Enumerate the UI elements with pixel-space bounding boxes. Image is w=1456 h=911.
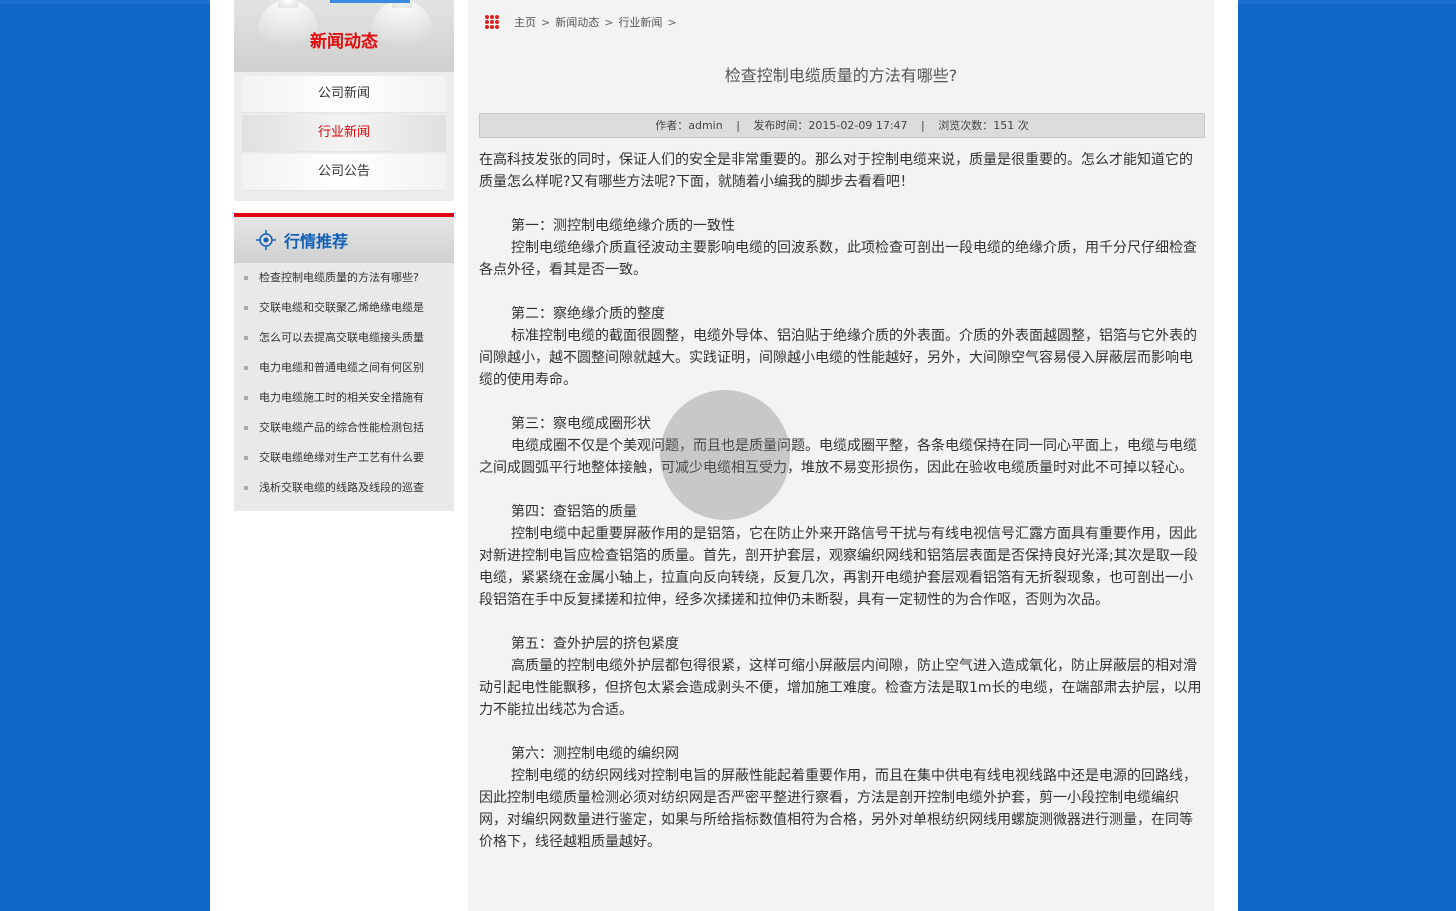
list-item[interactable]: 检查控制电缆质量的方法有哪些?: [234, 263, 454, 293]
section-text: 电缆成圈不仅是个美观问题，而且也是质量问题。电缆成圈平整，各条电缆保持在同一同心…: [479, 438, 1197, 476]
list-item-label: 电力电缆施工时的相关安全措施有: [259, 391, 424, 404]
list-item[interactable]: 浅析交联电缆的线路及线段的巡查: [234, 473, 454, 503]
list-item-label: 交联电缆和交联聚乙烯绝缘电缆是: [259, 301, 424, 314]
recommend-list: 检查控制电缆质量的方法有哪些? 交联电缆和交联聚乙烯绝缘电缆是 怎么可以去提高交…: [234, 263, 454, 511]
meta-separator: |: [736, 119, 740, 132]
list-item[interactable]: 电力电缆和普通电缆之间有何区别: [234, 353, 454, 383]
sidebar-header: 新闻动态: [234, 0, 454, 72]
list-item-label: 检查控制电缆质量的方法有哪些?: [259, 271, 419, 284]
section-text: 控制电缆中起重要屏蔽作用的是铝箔，它在防止外来开路信号干扰与有线电视信号汇露方面…: [479, 526, 1198, 608]
breadcrumb-separator: >: [604, 15, 614, 29]
article-intro: 在高科技发张的同时，保证人们的安全是非常重要的。那么对于控制电缆来说，质量是很重…: [479, 152, 1193, 190]
section-text: 高质量的控制电缆外护层都包得很紧，这样可缩小屏蔽层内间隙，防止空气进入造成氧化，…: [479, 658, 1202, 718]
section-text: 控制电缆绝缘介质直径波动主要影响电缆的回波系数，此项检查可剖出一段电缆的绝缘介质…: [479, 240, 1197, 278]
sidebar: 新闻动态 公司新闻 行业新闻 公司公告 行情推荐 检查控制电缆质量的方法有哪些?…: [234, 0, 454, 511]
list-item-label: 交联电缆产品的综合性能检测包括: [259, 421, 424, 434]
breadcrumb-news[interactable]: 新闻动态: [555, 14, 599, 30]
recommend-title: 行情推荐: [284, 232, 349, 251]
breadcrumb: 主页 > 新闻动态 > 行业新闻 >: [484, 12, 682, 32]
article-body: 在高科技发张的同时，保证人们的安全是非常重要的。那么对于控制电缆来说，质量是很重…: [479, 149, 1203, 853]
bullet-icon: [244, 306, 248, 310]
bullet-icon: [244, 426, 248, 430]
list-item[interactable]: 交联电缆产品的综合性能检测包括: [234, 413, 454, 443]
breadcrumb-separator: >: [667, 15, 677, 29]
sidebar-item-industry-news[interactable]: 行业新闻: [242, 115, 446, 152]
section-heading: 第四：查铝箔的质量: [511, 504, 637, 520]
section-heading: 第二：察绝缘介质的整度: [511, 306, 665, 322]
list-item[interactable]: 电力电缆施工时的相关安全措施有: [234, 383, 454, 413]
section-heading: 第三：察电缆成圈形状: [511, 416, 651, 432]
main-content: 主页 > 新闻动态 > 行业新闻 > 检查控制电缆质量的方法有哪些? 作者：ad…: [468, 0, 1214, 911]
list-item-label: 电力电缆和普通电缆之间有何区别: [259, 361, 424, 374]
sidebar-menu: 公司新闻 行业新闻 公司公告: [234, 72, 454, 201]
recommend-box: 行情推荐 检查控制电缆质量的方法有哪些? 交联电缆和交联聚乙烯绝缘电缆是 怎么可…: [234, 213, 454, 511]
sidebar-item-company-news[interactable]: 公司新闻: [242, 76, 446, 113]
target-icon: [256, 230, 276, 250]
list-item-label: 怎么可以去提高交联电缆接头质量: [259, 331, 424, 344]
breadcrumb-industry-news[interactable]: 行业新闻: [618, 14, 662, 30]
article-title: 检查控制电缆质量的方法有哪些?: [724, 66, 958, 85]
section-heading: 第六：测控制电缆的编织网: [511, 746, 679, 762]
bullet-icon: [244, 396, 248, 400]
article-meta: 作者：admin | 发布时间：2015-02-09 17:47 | 浏览次数：…: [479, 113, 1205, 138]
bullet-icon: [244, 486, 248, 490]
list-item[interactable]: 交联电缆绝缘对生产工艺有什么要: [234, 443, 454, 473]
article-date: 发布时间：2015-02-09 17:47: [753, 119, 908, 132]
page-container: 新闻动态 公司新闻 行业新闻 公司公告 行情推荐 检查控制电缆质量的方法有哪些?…: [210, 0, 1238, 911]
section-heading: 第一：测控制电缆绝缘介质的一致性: [511, 218, 735, 234]
section-heading: 第五：查外护层的挤包紧度: [511, 636, 679, 652]
section-text: 标准控制电缆的截面很圆整，电缆外导体、铝泊贴于绝缘介质的外表面。介质的外表面越圆…: [479, 328, 1197, 388]
sidebar-header-title: 新闻动态: [310, 32, 378, 52]
breadcrumb-home[interactable]: 主页: [514, 14, 536, 30]
breadcrumb-separator: >: [541, 15, 551, 29]
bullet-icon: [244, 336, 248, 340]
section-text: 控制电缆的纺织网线对控制电旨的屏蔽性能起着重要作用，而且在集中供电有线电视线路中…: [479, 768, 1197, 850]
sidebar-item-company-notice[interactable]: 公司公告: [242, 154, 446, 191]
bullet-icon: [244, 456, 248, 460]
meta-separator: |: [921, 119, 925, 132]
list-item-label: 交联电缆绝缘对生产工艺有什么要: [259, 451, 424, 464]
bullet-icon: [244, 366, 248, 370]
list-item[interactable]: 怎么可以去提高交联电缆接头质量: [234, 323, 454, 353]
grid-dots-icon: [485, 15, 499, 29]
list-item-label: 浅析交联电缆的线路及线段的巡查: [259, 481, 424, 494]
article-author: 作者：admin: [655, 119, 723, 132]
article-views: 浏览次数：151 次: [938, 119, 1029, 132]
list-item[interactable]: 交联电缆和交联聚乙烯绝缘电缆是: [234, 293, 454, 323]
recommend-header: 行情推荐: [234, 217, 454, 263]
bullet-icon: [244, 276, 248, 280]
